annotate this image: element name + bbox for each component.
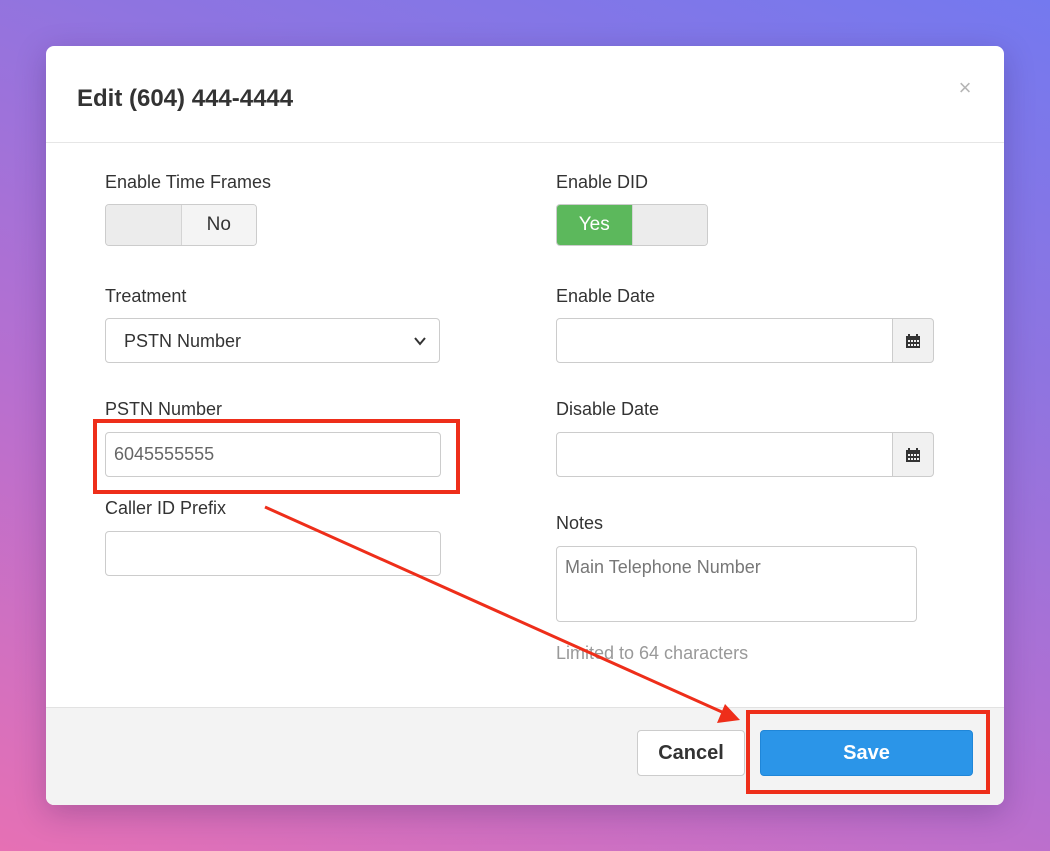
cancel-button[interactable]: Cancel bbox=[637, 730, 745, 776]
calendar-icon bbox=[906, 333, 920, 348]
edit-dialog: Edit (604) 444-4444 × Enable Time Frames… bbox=[46, 46, 1004, 805]
treatment-select[interactable]: PSTN Number bbox=[105, 318, 440, 363]
dialog-footer: Cancel Save bbox=[46, 707, 1004, 805]
enable-date-input[interactable] bbox=[556, 318, 893, 363]
toggle-knob bbox=[106, 205, 182, 245]
caller-id-prefix-input[interactable] bbox=[105, 531, 441, 576]
toggle-state-text: Yes bbox=[557, 205, 632, 245]
enable-date-calendar-button[interactable] bbox=[892, 318, 934, 363]
notes-help-text: Limited to 64 characters bbox=[556, 643, 749, 663]
notes-textarea[interactable]: Main Telephone Number bbox=[556, 546, 917, 622]
save-button[interactable]: Save bbox=[760, 730, 973, 776]
enable-time-frames-label: Enable Time Frames bbox=[105, 172, 272, 192]
pstn-number-label: PSTN Number bbox=[105, 399, 223, 419]
disable-date-calendar-button[interactable] bbox=[892, 432, 934, 477]
treatment-label: Treatment bbox=[105, 286, 187, 306]
enable-time-frames-toggle[interactable]: No bbox=[105, 204, 257, 246]
toggle-knob bbox=[631, 205, 707, 245]
treatment-selected-value: PSTN Number bbox=[124, 331, 242, 351]
dialog-header: Edit (604) 444-4444 × bbox=[46, 46, 1004, 143]
enable-did-toggle[interactable]: Yes bbox=[556, 204, 708, 246]
pstn-number-input[interactable] bbox=[105, 432, 441, 477]
disable-date-input[interactable] bbox=[556, 432, 893, 477]
calendar-icon bbox=[906, 447, 920, 462]
dialog-title: Edit (604) 444-4444 bbox=[77, 85, 294, 112]
caller-id-prefix-label: Caller ID Prefix bbox=[105, 498, 227, 518]
close-icon[interactable]: × bbox=[953, 76, 977, 100]
toggle-state-text: No bbox=[181, 205, 256, 245]
chevron-down-icon bbox=[414, 337, 426, 346]
enable-date-label: Enable Date bbox=[556, 286, 656, 306]
notes-label: Notes bbox=[556, 513, 604, 533]
enable-did-label: Enable DID bbox=[556, 172, 649, 192]
disable-date-label: Disable Date bbox=[556, 399, 660, 419]
